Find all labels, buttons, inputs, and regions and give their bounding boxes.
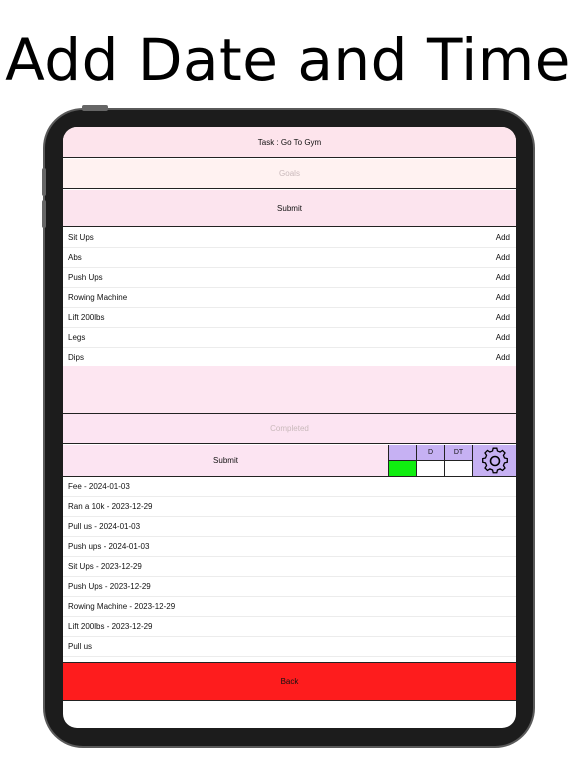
submit-completed-button[interactable]: Submit: [63, 445, 389, 476]
list-item[interactable]: Rowing Machine - 2023-12-29: [63, 597, 516, 617]
add-button[interactable]: Add: [496, 353, 510, 362]
submit-goal-button[interactable]: Submit: [63, 190, 516, 227]
toggle-d-label: D: [417, 445, 444, 461]
goals-input[interactable]: Goals: [63, 159, 516, 189]
list-item: Sit Ups Add: [63, 228, 516, 248]
page-headline: Add Date and Time: [5, 26, 571, 94]
toggle-column-dt[interactable]: DT: [445, 445, 473, 476]
list-item[interactable]: Push ups - 2024-01-03: [63, 537, 516, 557]
list-item: Dips Add: [63, 348, 516, 368]
toggle-header: [389, 445, 416, 461]
list-item: Abs Add: [63, 248, 516, 268]
add-button[interactable]: Add: [496, 233, 510, 242]
goal-name: Legs: [68, 333, 86, 342]
list-item[interactable]: Sit Ups - 2023-12-29: [63, 557, 516, 577]
add-button[interactable]: Add: [496, 273, 510, 282]
add-button[interactable]: Add: [496, 333, 510, 342]
list-item: Rowing Machine Add: [63, 288, 516, 308]
goals-list: Sit Ups Add Abs Add Push Ups Add Rowing Mac…: [63, 228, 516, 368]
task-title: Task : Go To Gym: [63, 127, 516, 158]
gear-icon: [481, 447, 508, 473]
list-item[interactable]: Pull us: [63, 637, 516, 657]
goal-name: Rowing Machine: [68, 293, 128, 302]
completed-controls: Submit D DT: [63, 445, 516, 477]
list-item[interactable]: Fee - 2024-01-03: [63, 477, 516, 497]
settings-button[interactable]: [473, 445, 516, 476]
add-button[interactable]: Add: [496, 293, 510, 302]
list-item: Lift 200lbs Add: [63, 308, 516, 328]
add-button[interactable]: Add: [496, 313, 510, 322]
toggle-dt-label: DT: [445, 445, 472, 461]
list-item[interactable]: Pull us - 2024-01-03: [63, 517, 516, 537]
list-item: Legs Add: [63, 328, 516, 348]
add-button[interactable]: Add: [496, 253, 510, 262]
goal-name: Dips: [68, 353, 85, 362]
toggle-column-d[interactable]: D: [417, 445, 445, 476]
list-item[interactable]: Lift 200lbs - 2023-12-29: [63, 617, 516, 637]
goal-name: Push Ups: [68, 273, 103, 282]
completed-input[interactable]: Completed: [63, 414, 516, 444]
back-button[interactable]: Back: [63, 662, 516, 701]
device-top-button: [82, 105, 108, 111]
empty-area: [63, 366, 516, 414]
device-volume-down-button: [42, 200, 46, 228]
goal-name: Sit Ups: [68, 233, 94, 242]
toggle-d-box[interactable]: [417, 461, 444, 476]
list-item[interactable]: Push Ups - 2023-12-29: [63, 577, 516, 597]
toggle-column-1[interactable]: [389, 445, 417, 476]
goal-name: Lift 200lbs: [68, 313, 105, 322]
device-volume-up-button: [42, 168, 46, 196]
app-screen: Task : Go To Gym Goals Submit Sit Ups Add…: [63, 127, 516, 728]
list-item: Push Ups Add: [63, 268, 516, 288]
completed-list: Fee - 2024-01-03 Ran a 10k - 2023-12-29 …: [63, 477, 516, 657]
toggle-on-indicator[interactable]: [389, 461, 416, 476]
toggle-dt-box[interactable]: [445, 461, 472, 476]
list-item[interactable]: Ran a 10k - 2023-12-29: [63, 497, 516, 517]
goal-name: Abs: [68, 253, 82, 262]
